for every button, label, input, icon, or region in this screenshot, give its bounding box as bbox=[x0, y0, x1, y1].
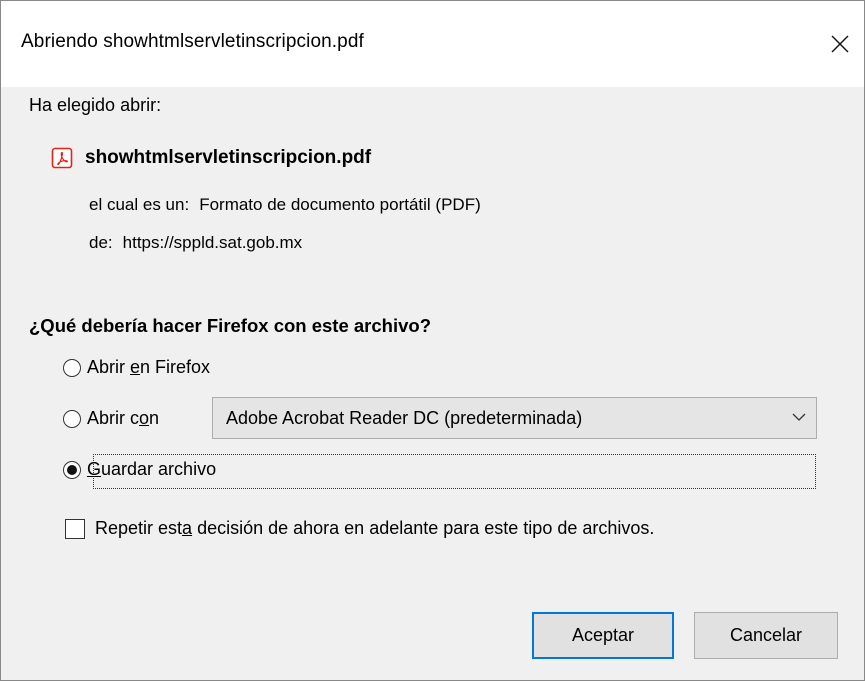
remember-decision-label: Repetir esta decisión de ahora en adelan… bbox=[95, 518, 655, 538]
radio-open-in-firefox-label: Abrir en Firefox bbox=[87, 357, 211, 377]
chevron-down-icon bbox=[792, 413, 806, 421]
radio-open-with-label: Abrir con bbox=[87, 408, 160, 428]
accept-button[interactable]: Aceptar bbox=[532, 612, 674, 659]
file-type-row: el cual es un: Formato de documento port… bbox=[89, 195, 481, 215]
file-name: showhtmlservletinscripcion.pdf bbox=[85, 147, 372, 168]
close-button[interactable] bbox=[816, 19, 864, 69]
chosen-label: Ha elegido abrir: bbox=[29, 95, 162, 115]
radio-button[interactable] bbox=[63, 358, 81, 377]
radio-save-file[interactable]: Guardar archivo bbox=[63, 459, 216, 480]
radio-open-with[interactable]: Abrir con bbox=[63, 408, 159, 429]
radio-button-selected[interactable] bbox=[63, 460, 81, 479]
radio-button[interactable] bbox=[63, 409, 81, 428]
application-select-value: Adobe Acrobat Reader DC (predeterminada) bbox=[226, 408, 583, 428]
radio-open-in-firefox[interactable]: Abrir en Firefox bbox=[63, 357, 210, 378]
application-select[interactable]: Adobe Acrobat Reader DC (predeterminada) bbox=[212, 397, 817, 439]
dialog-title: Abriendo showhtmlservletinscripcion.pdf bbox=[21, 31, 364, 52]
pdf-file-icon bbox=[51, 147, 73, 169]
remember-decision-checkbox-row[interactable]: Repetir esta decisión de ahora en adelan… bbox=[65, 518, 654, 539]
radio-save-file-label: Guardar archivo bbox=[87, 459, 217, 479]
download-dialog: Abriendo showhtmlservletinscripcion.pdf … bbox=[0, 0, 865, 681]
file-source-row: de: https://sppld.sat.gob.mx bbox=[89, 233, 302, 253]
remember-decision-checkbox[interactable] bbox=[65, 518, 85, 539]
action-question: ¿Qué debería hacer Firefox con este arch… bbox=[29, 315, 431, 336]
file-type-value: Formato de documento portátil (PDF) bbox=[199, 195, 481, 214]
cancel-button[interactable]: Cancelar bbox=[694, 612, 838, 659]
title-bar: Abriendo showhtmlservletinscripcion.pdf bbox=[1, 1, 864, 87]
file-source-label: de: bbox=[89, 233, 113, 252]
file-source-value: https://sppld.sat.gob.mx bbox=[122, 233, 303, 252]
file-info: showhtmlservletinscripcion.pdf bbox=[51, 147, 371, 169]
close-icon bbox=[831, 35, 849, 53]
file-type-label: el cual es un: bbox=[89, 195, 190, 214]
